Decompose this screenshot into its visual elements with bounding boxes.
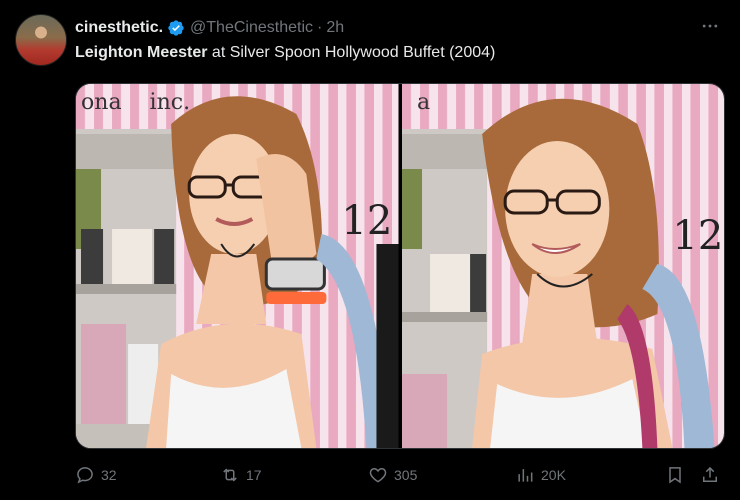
reply-icon <box>77 467 93 484</box>
bookmark-icon <box>669 467 681 484</box>
like-count: 305 <box>394 467 418 483</box>
reply-button[interactable]: 32 <box>75 463 117 487</box>
tweet-text-rest: at Silver Spoon Hollywood Buffet (2004) <box>207 44 496 61</box>
separator: · <box>317 19 323 36</box>
tweet-text-bold: Leighton Meester <box>75 44 208 61</box>
photo-left-number: 12 <box>341 198 392 244</box>
share-button[interactable] <box>700 463 726 487</box>
photo-right-number: 12 <box>672 213 723 259</box>
author-handle[interactable]: @TheCinesthetic <box>190 19 313 37</box>
author-name[interactable]: cinesthetic. <box>75 19 163 37</box>
photo-left[interactable]: ona inc. 12 <box>76 84 399 448</box>
author-avatar[interactable] <box>15 14 67 66</box>
tweet-text: Leighton Meester at Silver Spoon Hollywo… <box>75 44 495 62</box>
media-grid: ona inc. 12 a 12 <box>75 83 725 449</box>
repost-button[interactable]: 17 <box>220 463 262 487</box>
photo-right-image: a 12 <box>401 84 724 448</box>
bookmark-button[interactable] <box>665 463 691 487</box>
photo-right[interactable]: a 12 <box>401 84 724 448</box>
timestamp[interactable]: 2h <box>326 19 344 37</box>
share-icon <box>703 466 717 482</box>
repost-icon <box>223 468 237 482</box>
photo-left-sign-text: ona inc. <box>81 90 190 115</box>
tweet-header: cinesthetic. @TheCinesthetic · 2h <box>75 17 344 39</box>
heart-icon <box>369 467 387 483</box>
like-button[interactable]: 305 <box>368 463 417 487</box>
views-count: 20K <box>541 467 566 483</box>
photo-left-image: ona inc. 12 <box>76 84 399 448</box>
photo-right-sign-text: a <box>417 90 430 115</box>
repost-count: 17 <box>246 467 262 483</box>
views-button[interactable]: 20K <box>515 463 566 487</box>
more-options-icon[interactable] <box>700 16 720 36</box>
tweet-actions: 32 17 305 20K <box>75 463 723 487</box>
views-icon <box>518 469 533 482</box>
reply-count: 32 <box>101 467 117 483</box>
verified-badge-icon[interactable] <box>167 19 185 37</box>
